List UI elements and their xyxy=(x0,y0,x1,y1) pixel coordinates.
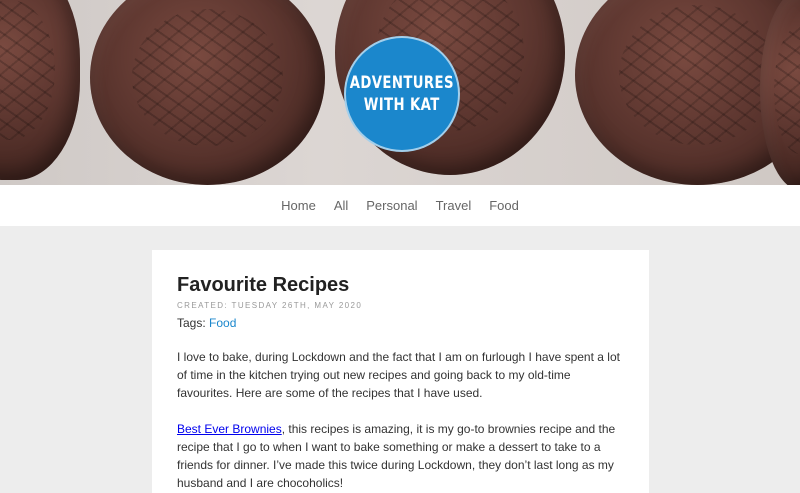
recipe-link-brownies[interactable]: Best Ever Brownies xyxy=(177,422,282,436)
nav-item-personal[interactable]: Personal xyxy=(357,198,426,213)
post-tags: Tags: Food xyxy=(177,316,624,330)
post-paragraph: I love to bake, during Lockdown and the … xyxy=(177,350,620,400)
post-title: Favourite Recipes xyxy=(177,274,350,296)
cookie-image xyxy=(90,0,325,185)
cookie-image xyxy=(0,0,80,180)
nav-item-all[interactable]: All xyxy=(325,198,357,213)
logo-line-2: WITH KAT xyxy=(363,95,441,115)
nav-item-travel[interactable]: Travel xyxy=(427,198,481,213)
post-card: Favourite Recipes CREATED: TUESDAY 26TH,… xyxy=(152,250,649,493)
logo-line-1: ADVENTURES xyxy=(349,73,455,93)
header-banner: ADVENTURES WITH KAT xyxy=(0,0,800,185)
tags-label: Tags: xyxy=(177,316,206,330)
nav-item-food[interactable]: Food xyxy=(480,198,528,213)
post-paragraph: Best Ever Brownies, this recipes is amaz… xyxy=(177,420,624,492)
post-created-date: CREATED: TUESDAY 26TH, MAY 2020 xyxy=(177,301,363,310)
tag-link-food[interactable]: Food xyxy=(209,316,236,330)
site-logo[interactable]: ADVENTURES WITH KAT xyxy=(344,36,460,152)
main-nav: Home All Personal Travel Food xyxy=(0,185,800,226)
nav-item-home[interactable]: Home xyxy=(272,198,325,213)
